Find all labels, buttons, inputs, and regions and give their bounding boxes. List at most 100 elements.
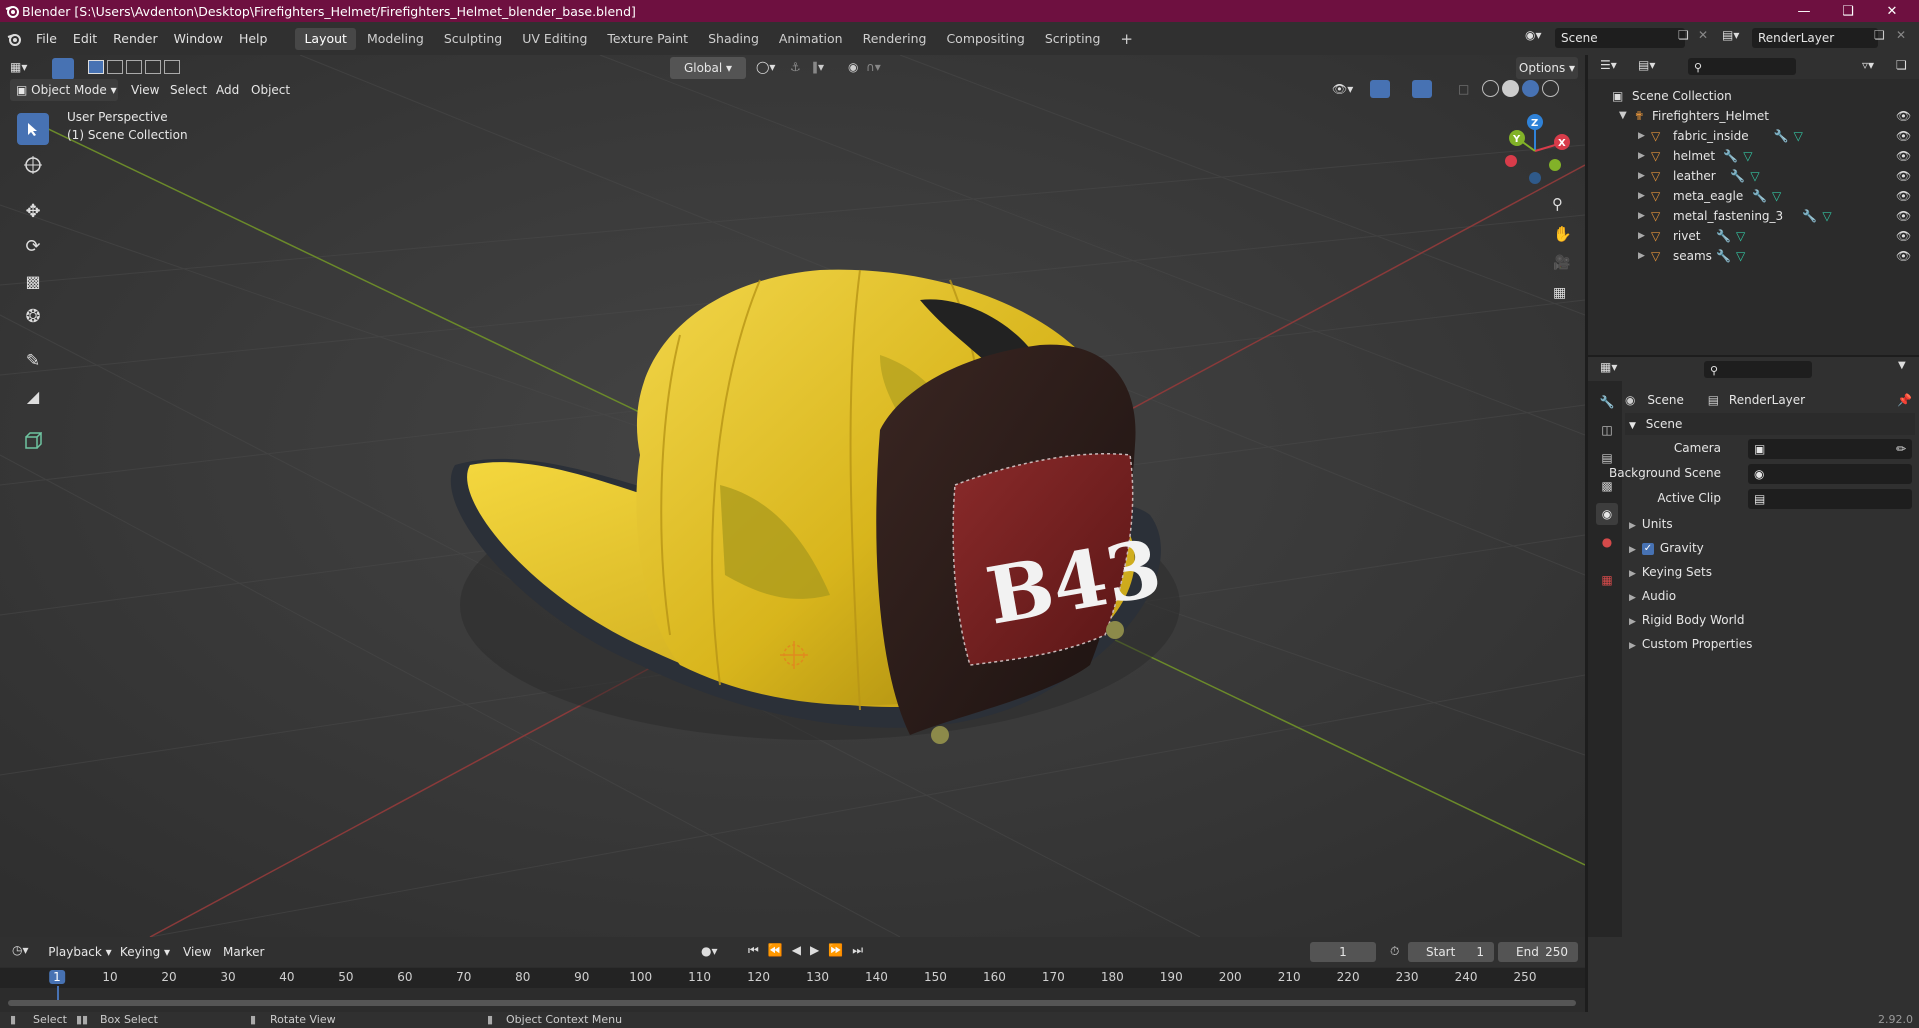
play-reverse-icon[interactable]: ◀ <box>792 943 801 958</box>
eyedropper-icon[interactable]: ✏ <box>1896 439 1906 459</box>
pan-view-icon[interactable]: ✋ <box>1553 225 1572 243</box>
editor-type-button[interactable]: ▦▾ <box>10 60 38 80</box>
render-layer-selector[interactable]: RenderLayer <box>1752 28 1878 48</box>
select-box-tool[interactable] <box>17 113 49 145</box>
new-scene-icon[interactable]: ❏ <box>1678 28 1689 42</box>
jump-start-icon[interactable]: ⏮ <box>748 943 759 958</box>
tab-scripting[interactable]: Scripting <box>1036 28 1110 50</box>
expand-arrow-icon[interactable]: ▶ <box>1638 126 1645 146</box>
rendered-shading-icon[interactable] <box>1542 80 1559 97</box>
pin-icon[interactable]: 📌 <box>1897 389 1912 411</box>
properties-section-header[interactable]: ▶ Audio <box>1625 585 1915 607</box>
outliner-row-object[interactable]: ▶ ▽ helmet 🔧 ▽ 👁 <box>1588 146 1919 166</box>
shading-mode-group[interactable] <box>1482 80 1559 97</box>
tab-uv-editing[interactable]: UV Editing <box>513 28 596 50</box>
current-frame-field[interactable]: 1 <box>1310 942 1376 962</box>
mesh-data-icon[interactable]: ▽ <box>1772 186 1781 206</box>
filter-icon[interactable]: ▿▾ <box>1862 58 1874 72</box>
display-mode-icon[interactable]: ▤▾ <box>1638 58 1655 72</box>
viewport-menu-object[interactable]: Object <box>251 79 290 101</box>
eye-icon[interactable]: 👁 <box>1896 226 1911 246</box>
tab-animation[interactable]: Animation <box>770 28 852 50</box>
navigation-gizmo[interactable]: Z Y X <box>1500 113 1570 189</box>
mesh-data-icon[interactable]: ▽ <box>1736 226 1745 246</box>
outliner-row-object[interactable]: ▶ ▽ meta_eagle 🔧 ▽ 👁 <box>1588 186 1919 206</box>
annotate-tool[interactable]: ✎ <box>17 345 49 377</box>
overlay-toggle-icon[interactable] <box>1412 80 1432 98</box>
menu-window[interactable]: Window <box>166 22 231 55</box>
scene-tab[interactable]: ◉ <box>1596 503 1618 525</box>
eye-icon[interactable]: 👁 <box>1896 126 1911 146</box>
tool-tab[interactable]: 🔧 <box>1596 391 1618 413</box>
scene-panel-header[interactable]: ▼ Scene <box>1625 413 1915 435</box>
expand-arrow-icon[interactable]: ▼ <box>1619 106 1627 126</box>
modifier-wrench-icon[interactable]: 🔧 <box>1774 126 1789 146</box>
eye-icon[interactable]: 👁 <box>1896 166 1911 186</box>
outliner-search-input[interactable]: ⚲ <box>1688 58 1796 75</box>
stopwatch-icon[interactable]: ⏱ <box>1390 944 1399 959</box>
auto-key-icon[interactable]: ●▾ <box>701 944 718 958</box>
outliner-row-object[interactable]: ▶ ▽ rivet 🔧 ▽ 👁 <box>1588 226 1919 246</box>
material-shading-icon[interactable] <box>1522 80 1539 97</box>
scale-tool[interactable]: ▩ <box>17 265 49 297</box>
options-button[interactable]: Options ▾ <box>1516 57 1578 79</box>
wireframe-shading-icon[interactable] <box>1482 80 1499 97</box>
snap-icon[interactable]: ⚓ <box>790 60 801 74</box>
rotate-tool[interactable]: ⟳ <box>17 230 49 262</box>
background-scene-field[interactable]: ◉ <box>1748 464 1912 484</box>
mesh-data-icon[interactable]: ▽ <box>1794 126 1803 146</box>
scene-icon[interactable]: ◉▾ <box>1525 28 1553 48</box>
outliner-row-object[interactable]: ▶ ▽ leather 🔧 ▽ 👁 <box>1588 166 1919 186</box>
outliner-row-collection[interactable]: ▼ ✟ Firefighters_Helmet 👁 <box>1588 106 1919 126</box>
eye-icon[interactable]: 👁 <box>1896 186 1911 206</box>
3d-viewport[interactable]: B43 ▦▾ Global ▾ ◯▾ ⚓ ∥▾ ◉ ∩▾ Options ▾ ▣… <box>0 55 1585 937</box>
menu-render[interactable]: Render <box>105 22 166 55</box>
gravity-checkbox[interactable]: ✓ <box>1641 542 1654 555</box>
menu-help[interactable]: Help <box>231 22 276 55</box>
world-tab[interactable]: ● <box>1596 531 1618 553</box>
expand-arrow-icon[interactable]: ▶ <box>1638 186 1645 206</box>
frame-ruler[interactable]: 1 10 20 30 40 50 60 70 80 90 100 110 120 130 140 150 160… <box>0 968 1585 1006</box>
transform-tool[interactable]: ❂ <box>17 300 49 332</box>
properties-section-header[interactable]: ▶ ✓ Gravity <box>1625 537 1915 559</box>
select-mode-icon[interactable] <box>52 58 74 80</box>
viewport-menu-add[interactable]: Add <box>216 79 239 101</box>
active-clip-field[interactable]: ▤ <box>1748 489 1912 509</box>
viewport-menu-select[interactable]: Select <box>170 79 207 101</box>
move-tool[interactable]: ✥ <box>17 195 49 227</box>
properties-section-header[interactable]: ▶ Rigid Body World <box>1625 609 1915 631</box>
outliner-row-scene-collection[interactable]: ▣ Scene Collection <box>1588 86 1919 106</box>
play-icon[interactable]: ▶ <box>810 943 819 958</box>
proportional-edit-icon[interactable]: ◉ <box>848 60 858 74</box>
menu-file[interactable]: File <box>28 22 65 55</box>
modifier-wrench-icon[interactable]: 🔧 <box>1716 226 1731 246</box>
cursor-tool[interactable] <box>17 149 49 181</box>
tab-rendering[interactable]: Rendering <box>854 28 936 50</box>
timeline-menu-view[interactable]: View <box>183 941 211 963</box>
timeline-menu-playback[interactable]: Playback ▾ <box>48 941 112 963</box>
render-tab[interactable]: ◫ <box>1596 419 1618 441</box>
timeline-scrollbar[interactable] <box>8 1000 1576 1006</box>
camera-view-icon[interactable]: 🎥 <box>1553 255 1570 271</box>
mesh-data-icon[interactable]: ▽ <box>1822 206 1831 226</box>
timeline-editor-icon[interactable]: ◷▾ <box>12 943 29 957</box>
close-button[interactable]: ✕ <box>1870 0 1914 22</box>
texture-tab[interactable]: ▦ <box>1596 569 1618 591</box>
scene-selector[interactable]: Scene <box>1555 28 1685 48</box>
tab-compositing[interactable]: Compositing <box>937 28 1033 50</box>
ortho-toggle-icon[interactable]: ▦ <box>1553 285 1566 301</box>
expand-arrow-icon[interactable]: ▶ <box>1638 226 1645 246</box>
maximize-button[interactable]: ❑ <box>1826 0 1870 22</box>
jump-end-icon[interactable]: ⏭ <box>852 943 863 958</box>
timeline-menu-keying[interactable]: Keying ▾ <box>116 941 174 963</box>
falloff-icon[interactable]: ∩▾ <box>866 60 881 74</box>
add-cube-tool[interactable] <box>17 425 49 457</box>
tab-shading[interactable]: Shading <box>699 28 768 50</box>
pivot-icon[interactable]: ◯▾ <box>756 60 775 74</box>
expand-arrow-icon[interactable]: ▶ <box>1638 206 1645 226</box>
modifier-wrench-icon[interactable]: 🔧 <box>1716 246 1731 266</box>
transform-orientation-dropdown[interactable]: Global ▾ <box>670 57 746 79</box>
modifier-wrench-icon[interactable]: 🔧 <box>1723 146 1738 166</box>
modifier-wrench-icon[interactable]: 🔧 <box>1730 166 1745 186</box>
eye-icon[interactable]: 👁 <box>1896 206 1911 226</box>
